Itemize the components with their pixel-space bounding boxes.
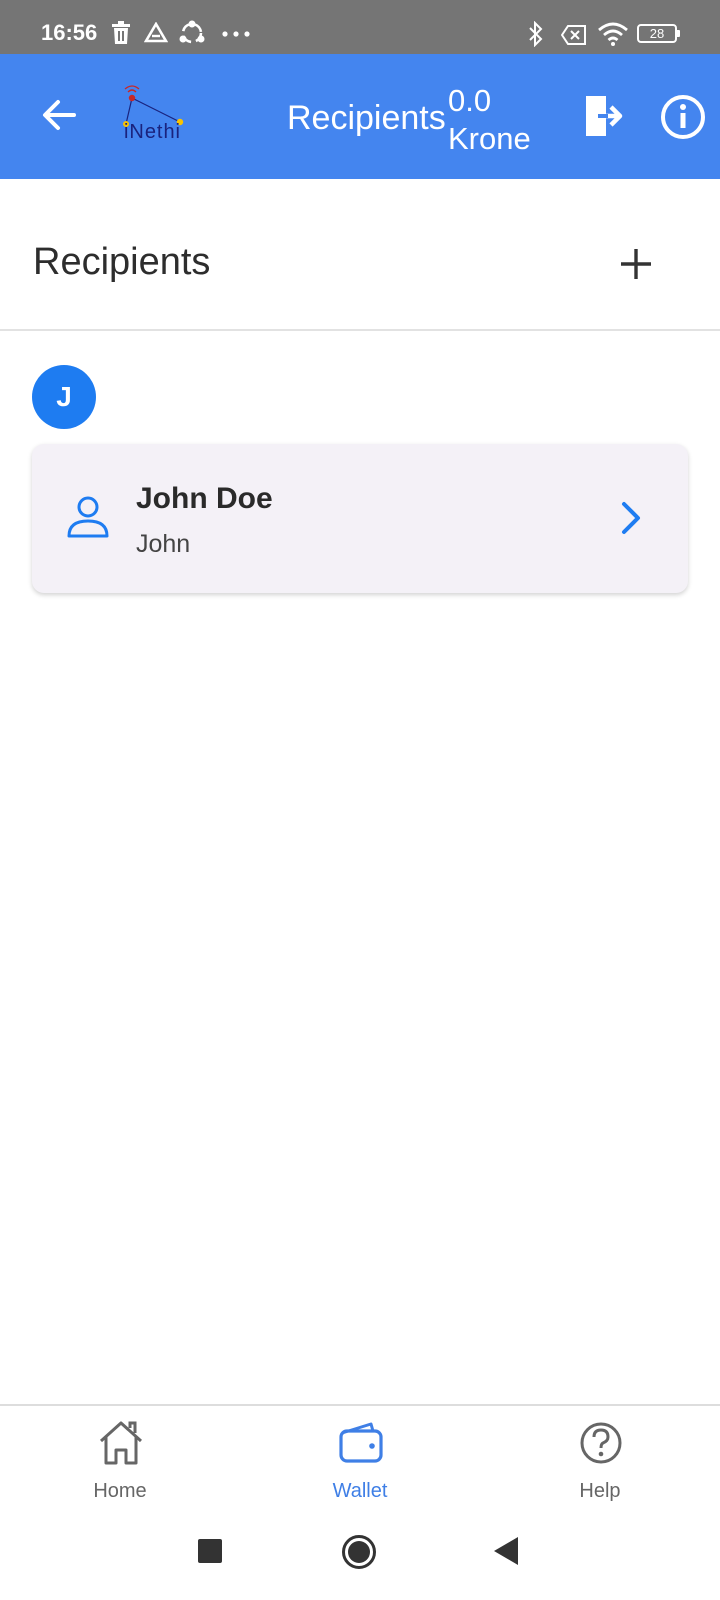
recipient-card[interactable]: John Doe John <box>32 444 688 593</box>
balance-amount: 0.0 <box>448 83 492 118</box>
page-title: Recipients <box>287 99 446 137</box>
nav-help[interactable]: Help <box>520 1406 680 1514</box>
wifi-icon <box>598 22 628 46</box>
nav-help-label: Help <box>579 1480 621 1502</box>
nav-home[interactable]: Home <box>40 1406 200 1514</box>
status-time: 16:56 <box>41 20 98 45</box>
info-icon[interactable] <box>660 94 706 140</box>
logout-icon[interactable] <box>584 94 624 138</box>
bottom-navigation: Home Wallet Help <box>0 1404 720 1514</box>
recents-square-icon[interactable] <box>198 1539 222 1563</box>
no-sim-icon <box>561 25 586 45</box>
battery-icon: 28 <box>637 24 680 43</box>
sync-icon <box>179 20 205 44</box>
trash-icon <box>112 21 130 44</box>
more-dots-icon <box>222 31 250 37</box>
back-triangle-icon[interactable] <box>494 1537 518 1565</box>
plus-icon[interactable] <box>618 246 654 282</box>
system-navigation-bar <box>0 1514 720 1600</box>
balance-display: 0.0 Krone <box>448 82 531 158</box>
inethi-logo: iNethi <box>123 85 184 142</box>
help-icon <box>580 1422 622 1464</box>
home-icon <box>99 1421 143 1465</box>
wallet-icon <box>339 1422 383 1463</box>
status-bar: 16:56 28 <box>0 0 720 54</box>
bluetooth-icon <box>529 21 543 47</box>
drive-icon <box>144 22 168 43</box>
home-circle-icon[interactable] <box>341 1534 377 1570</box>
recipient-name: John Doe <box>136 482 273 515</box>
recipients-header: Recipients <box>0 179 720 331</box>
chevron-right-icon[interactable] <box>616 500 644 536</box>
logo-text: iNethi <box>124 121 180 142</box>
app-bar: iNethi Recipients 0.0 Krone <box>0 54 720 179</box>
recipient-nickname: John <box>136 530 191 558</box>
person-icon <box>67 496 109 538</box>
group-letter-avatar: J <box>32 365 96 429</box>
nav-home-label: Home <box>93 1480 147 1502</box>
nav-wallet[interactable]: Wallet <box>280 1406 440 1514</box>
balance-currency: Krone <box>448 121 531 156</box>
back-arrow-icon[interactable] <box>40 96 78 134</box>
nav-wallet-label: Wallet <box>332 1480 388 1502</box>
section-heading: Recipients <box>33 241 211 283</box>
